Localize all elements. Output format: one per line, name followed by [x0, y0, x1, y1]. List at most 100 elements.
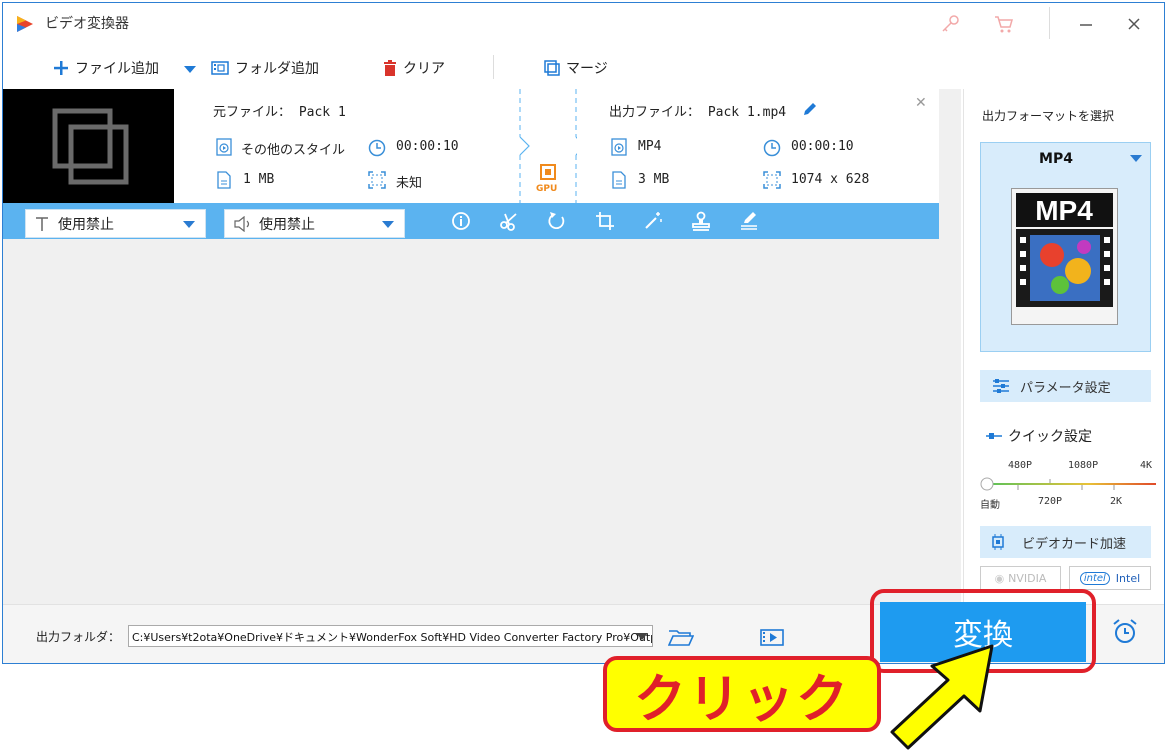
app-window: ビデオ変換器 ファイル追加 フォルダ追加 クリア マージ 元ファイル： Pack… — [2, 2, 1165, 664]
output-resolution-icon — [763, 171, 781, 189]
minimize-icon[interactable] — [1075, 13, 1097, 35]
output-folder-label: 出力フォルダ： — [36, 630, 121, 644]
open-folder-icon[interactable] — [668, 627, 694, 647]
source-size: 1 MB — [243, 172, 275, 187]
nvidia-logo-icon: ◉ — [994, 571, 1005, 585]
nvidia-option[interactable]: ◉ NVIDIA — [980, 566, 1061, 590]
text-icon — [36, 216, 48, 231]
output-video-folder-icon[interactable] — [760, 627, 784, 647]
clear-button[interactable]: クリア — [383, 57, 445, 79]
output-duration: 00:00:10 — [791, 139, 854, 154]
close-icon[interactable] — [1123, 13, 1145, 35]
quick-settings-label: クイック設定 — [1008, 429, 1092, 445]
watermark-stamp-icon[interactable] — [691, 211, 711, 231]
output-folder-path: C:¥Users¥t2ota¥OneDrive¥ドキュメント¥WonderFox… — [132, 631, 653, 644]
edit-toolbar: 使用禁止 使用禁止 — [3, 203, 939, 239]
quick-slider-icon — [986, 433, 1002, 439]
subtitle-dropdown[interactable]: 使用禁止 — [25, 209, 206, 238]
output-size: 3 MB — [638, 172, 670, 187]
trash-icon — [384, 60, 396, 76]
parameter-settings-button[interactable]: パラメータ設定 — [980, 370, 1151, 402]
merge-button[interactable]: マージ — [544, 57, 608, 79]
merge-label: マージ — [566, 61, 608, 77]
add-file-label: ファイル追加 — [75, 61, 159, 77]
output-clock-icon — [763, 139, 781, 157]
scissors-icon[interactable] — [499, 211, 519, 231]
intel-logo-icon: intel — [1079, 571, 1110, 585]
slider-label-4k: 4K — [1140, 460, 1153, 471]
crop-icon[interactable] — [595, 211, 615, 231]
output-folder-caret-icon — [636, 633, 648, 640]
plus-icon — [54, 61, 68, 75]
audio-value: 使用禁止 — [259, 216, 315, 233]
slider-label-1080p: 1080P — [1068, 460, 1099, 471]
cart-icon[interactable] — [993, 13, 1015, 35]
file-card: 元ファイル： Pack 1 その他のスタイル 00:00:10 1 MB 未知 — [3, 89, 939, 239]
slider-label-2k: 2K — [1110, 496, 1123, 507]
file-list-area: 元ファイル： Pack 1 その他のスタイル 00:00:10 1 MB 未知 — [3, 89, 961, 604]
nvidia-label: NVIDIA — [1008, 571, 1047, 585]
add-file-button[interactable]: ファイル追加 — [53, 57, 159, 79]
remove-file-icon[interactable]: ✕ — [915, 95, 927, 111]
subtitle-value: 使用禁止 — [58, 216, 114, 233]
mp4-format-icon: MP4 — [1011, 188, 1118, 325]
output-file-name: 出力ファイル： Pack 1.mp4 — [609, 105, 787, 120]
audio-caret-icon — [382, 221, 394, 228]
add-file-dropdown-icon[interactable] — [183, 65, 197, 75]
add-folder-label: フォルダ追加 — [235, 61, 319, 77]
output-folder-select[interactable]: C:¥Users¥t2ota¥OneDrive¥ドキュメント¥WonderFox… — [128, 625, 653, 647]
speaker-icon — [234, 215, 250, 232]
format-name: MP4 — [1039, 151, 1073, 167]
subtitle-edit-icon[interactable] — [739, 211, 759, 231]
source-duration: 00:00:10 — [396, 139, 459, 154]
slider-label-720p: 720P — [1038, 496, 1063, 507]
video-format-icon — [216, 138, 232, 156]
slider-label-480p: 480P — [1008, 460, 1033, 471]
window-title: ビデオ変換器 — [45, 16, 129, 32]
source-format: その他のスタイル — [241, 143, 345, 158]
toolbar: ファイル追加 フォルダ追加 クリア マージ — [3, 45, 1164, 89]
add-folder-button[interactable]: フォルダ追加 — [211, 57, 319, 79]
rotate-icon[interactable] — [547, 211, 567, 231]
output-format-title: 出力フォーマットを選択 — [982, 109, 1115, 123]
key-icon[interactable] — [939, 13, 961, 35]
intel-label: Intel — [1115, 571, 1141, 585]
format-selector[interactable]: MP4 MP4 — [980, 142, 1151, 352]
audio-dropdown[interactable]: 使用禁止 — [224, 209, 405, 238]
gpu-acceleration-label: ビデオカード加速 — [1022, 536, 1127, 552]
app-root: ビデオ変換器 ファイル追加 フォルダ追加 クリア マージ 元ファイル： Pack… — [0, 0, 1167, 753]
effects-wand-icon[interactable] — [643, 211, 663, 231]
film-folder-icon — [211, 61, 229, 75]
click-callout: クリック — [603, 656, 881, 732]
slider-label-auto: 自動 — [980, 500, 1000, 511]
source-resolution: 未知 — [396, 176, 423, 191]
subtitle-caret-icon — [183, 221, 195, 228]
edit-name-icon[interactable] — [801, 100, 819, 118]
output-resolution: 1074 x 628 — [791, 172, 870, 187]
quality-slider[interactable] — [980, 475, 1158, 495]
parameter-settings-label: パラメータ設定 — [1020, 380, 1111, 396]
clear-label: クリア — [403, 61, 445, 77]
output-format: MP4 — [638, 139, 662, 154]
info-icon[interactable] — [451, 211, 471, 231]
file-size-icon — [217, 171, 231, 189]
intel-option[interactable]: intel Intel — [1069, 566, 1151, 590]
video-thumbnail[interactable] — [3, 89, 174, 203]
clock-icon — [368, 139, 386, 157]
alarm-clock-icon[interactable] — [1111, 618, 1139, 646]
output-file-size-icon — [612, 171, 626, 189]
format-image-label: MP4 — [1035, 195, 1093, 226]
titlebar-divider — [1049, 7, 1050, 39]
title-bar: ビデオ変換器 — [3, 3, 1164, 45]
chip-icon — [992, 534, 1004, 550]
quick-settings-title: クイック設定 — [986, 426, 1092, 446]
sliders-icon — [993, 379, 1009, 393]
gpu-acceleration-button[interactable]: ビデオカード加速 — [980, 526, 1151, 558]
resolution-icon — [368, 171, 386, 189]
app-logo-icon — [17, 16, 33, 32]
pointer-arrow-icon — [890, 644, 994, 750]
output-format-panel: 出力フォーマットを選択 MP4 MP4 パラメータ設定 クイック設定 480P … — [963, 89, 1164, 604]
source-file-name: 元ファイル： Pack 1 — [213, 105, 346, 120]
placeholder-video-icon — [52, 108, 129, 185]
output-format-icon — [611, 138, 627, 156]
